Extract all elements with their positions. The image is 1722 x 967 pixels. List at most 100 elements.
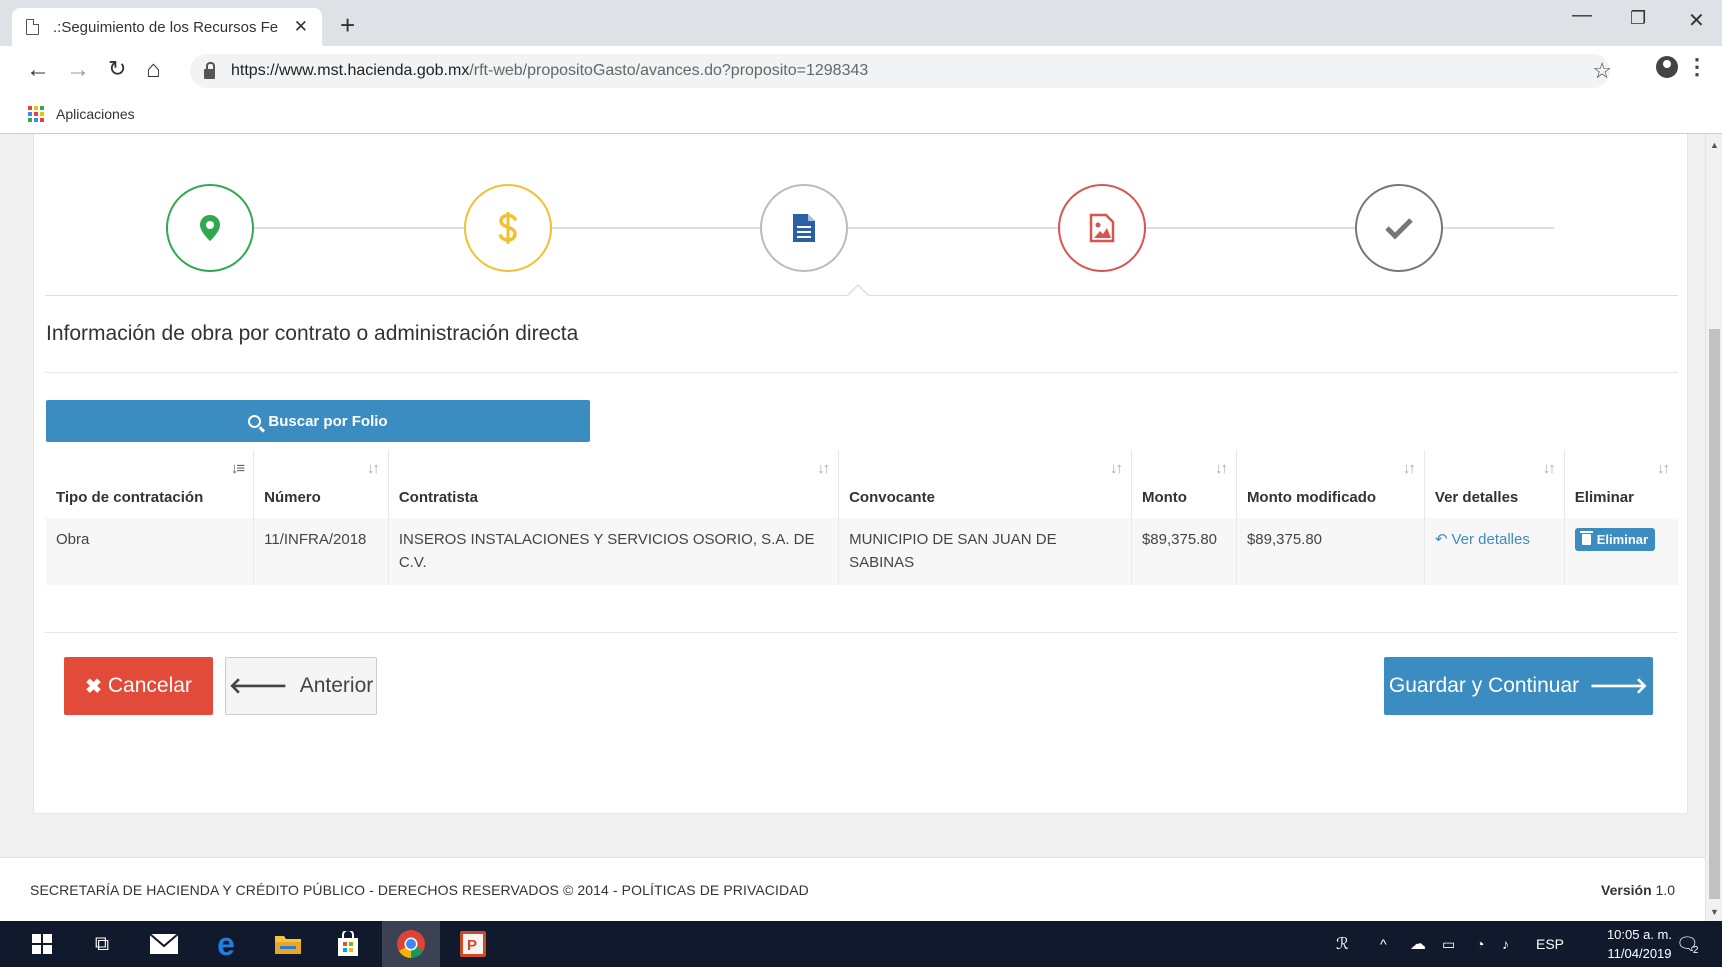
cancel-button[interactable]: ✖ Cancelar xyxy=(64,657,213,715)
store-icon[interactable] xyxy=(324,921,372,967)
url-host: https://www.mst.hacienda.gob.mx xyxy=(231,62,470,79)
page-icon xyxy=(26,19,39,35)
close-window-icon[interactable]: ✕ xyxy=(1688,8,1705,33)
sort-asc-icon[interactable]: ↓≡ xyxy=(231,456,245,481)
scroll-up-icon[interactable]: ▲ xyxy=(1710,140,1719,150)
section-title: Información de obra por contrato o admin… xyxy=(46,322,579,345)
new-tab-button[interactable]: + xyxy=(340,10,355,41)
minimize-icon[interactable]: — xyxy=(1572,4,1592,27)
footer-text: SECRETARÍA DE HACIENDA Y CRÉDITO PÚBLICO… xyxy=(30,881,809,898)
back-icon[interactable]: ← xyxy=(26,56,50,84)
task-view-icon[interactable]: ⧉ xyxy=(80,921,124,967)
address-bar-row: ← → ↻ ⌂ https://www.mst.hacienda.gob.mx /… xyxy=(0,46,1722,94)
col-header-eliminar-label: Eliminar xyxy=(1574,489,1634,506)
scroll-down-icon[interactable]: ▼ xyxy=(1710,907,1719,917)
cell-eliminar: Eliminar xyxy=(1564,518,1678,585)
previous-label: Anterior xyxy=(299,674,374,697)
col-header-convocante[interactable]: Convocante ↓↑ xyxy=(838,450,1132,518)
apps-icon[interactable] xyxy=(28,105,44,122)
menu-icon[interactable]: ⋮ xyxy=(1686,54,1708,80)
save-continue-button[interactable]: Guardar y Continuar 🡒 xyxy=(1384,657,1653,715)
start-button[interactable] xyxy=(20,921,64,967)
close-tab-icon[interactable]: ✕ xyxy=(294,17,308,37)
onedrive-icon[interactable]: ☁ xyxy=(1410,921,1426,967)
apps-bookmark[interactable]: Aplicaciones xyxy=(56,106,135,122)
volume-icon[interactable]: ♪ xyxy=(1502,921,1509,967)
edge-icon[interactable]: e xyxy=(202,921,250,967)
col-header-ver-detalles[interactable]: Ver detalles ↓↑ xyxy=(1424,450,1565,518)
scrollbar-thumb[interactable] xyxy=(1709,329,1720,899)
col-header-monto-modificado[interactable]: Monto modificado ↓↑ xyxy=(1236,450,1425,518)
tab-title: .:Seguimiento de los Recursos Fe xyxy=(53,18,279,36)
sort-icon[interactable]: ↓↑ xyxy=(1543,456,1556,481)
step-location[interactable] xyxy=(166,184,254,272)
file-text-icon xyxy=(793,214,815,242)
col-header-tipo-label: Tipo de contratación xyxy=(56,489,204,506)
cell-convocante: MUNICIPIO DE SAN JUAN DE SABINAS xyxy=(838,518,1132,585)
notification-count: 2 xyxy=(1692,944,1699,956)
language-indicator[interactable]: ESP xyxy=(1536,921,1564,967)
contracts-table: Tipo de contratación ↓≡ Número ↓↑ Contrati… xyxy=(46,450,1678,585)
sort-icon[interactable]: ↓↑ xyxy=(367,456,380,481)
sort-icon[interactable]: ↓↑ xyxy=(817,456,830,481)
step-money[interactable] xyxy=(464,184,552,272)
col-header-eliminar[interactable]: Eliminar ↓↑ xyxy=(1564,450,1678,518)
url-field[interactable]: https://www.mst.hacienda.gob.mx/rft-web/… xyxy=(190,54,1610,88)
checkmark-icon xyxy=(1385,218,1413,240)
cell-monto-modificado: $89,375.80 xyxy=(1236,518,1425,585)
col-header-convocante-label: Convocante xyxy=(849,489,935,506)
browser-tab[interactable]: .:Seguimiento de los Recursos Fe ✕ xyxy=(12,8,322,46)
wifi-icon[interactable]: ◔ xyxy=(1476,921,1484,967)
search-icon xyxy=(248,414,262,428)
step-image[interactable] xyxy=(1058,184,1146,272)
battery-icon[interactable]: ▭ xyxy=(1442,921,1455,967)
step-finish[interactable] xyxy=(1355,184,1443,272)
home-icon[interactable]: ⌂ xyxy=(146,56,161,84)
windows-logo-icon xyxy=(32,934,52,954)
bookmark-star-icon[interactable]: ☆ xyxy=(1592,58,1612,84)
powerpoint-icon[interactable]: P xyxy=(446,921,500,967)
reload-icon[interactable]: ↻ xyxy=(108,56,126,82)
cell-monto: $89,375.80 xyxy=(1131,518,1237,585)
sort-icon[interactable]: ↓↑ xyxy=(1215,456,1228,481)
delete-button[interactable]: Eliminar xyxy=(1574,528,1656,551)
chrome-icon[interactable] xyxy=(382,921,440,967)
delete-label: Eliminar xyxy=(1596,532,1649,547)
arrow-right-icon: 🡒 xyxy=(1589,673,1649,698)
image-icon xyxy=(1089,213,1115,243)
mail-icon[interactable] xyxy=(140,921,188,967)
col-header-numero[interactable]: Número ↓↑ xyxy=(253,450,389,518)
cell-tipo: Obra xyxy=(46,518,255,585)
section-divider xyxy=(45,372,1678,373)
form-card: Información de obra por contrato o admin… xyxy=(33,134,1688,814)
arrow-left-icon: 🡐 xyxy=(228,673,288,698)
col-header-monto[interactable]: Monto ↓↑ xyxy=(1131,450,1237,518)
windows-taskbar: ⧉ e P ℛ ^ ☁ ▭ ◔ ♪ ESP 10:05 a. m. 11/04/… xyxy=(0,921,1722,967)
search-by-folio-button[interactable]: Buscar por Folio xyxy=(46,400,590,442)
step-document[interactable] xyxy=(760,184,848,272)
col-header-tipo[interactable]: Tipo de contratación ↓≡ xyxy=(46,450,255,518)
col-header-contratista-label: Contratista xyxy=(398,489,479,506)
view-details-link[interactable]: ↶ Ver detalles xyxy=(1435,531,1530,548)
people-icon[interactable]: ℛ xyxy=(1336,921,1349,967)
sort-icon[interactable]: ↓↑ xyxy=(1657,456,1670,481)
action-center-icon[interactable]: 🗨 2 xyxy=(1676,921,1699,967)
trash-icon xyxy=(1579,531,1593,545)
url-path: /rft-web/propositoGasto/avances.do?propo… xyxy=(469,62,869,79)
svg-text:P: P xyxy=(467,937,477,954)
profile-icon[interactable] xyxy=(1656,56,1678,78)
col-header-monto-modificado-label: Monto modificado xyxy=(1246,489,1377,506)
restore-icon[interactable]: ❐ xyxy=(1630,8,1646,29)
forward-icon[interactable]: → xyxy=(66,56,90,84)
actions-divider xyxy=(45,632,1678,633)
page-scrollbar[interactable]: ▲ ▼ xyxy=(1705,134,1722,921)
clock-date: 11/04/2019 xyxy=(1607,946,1672,961)
sort-icon[interactable]: ↓↑ xyxy=(1403,456,1416,481)
sort-icon[interactable]: ↓↑ xyxy=(1110,456,1123,481)
show-hidden-icons-icon[interactable]: ^ xyxy=(1380,921,1387,967)
previous-button[interactable]: 🡐 Anterior xyxy=(225,657,377,715)
system-clock[interactable]: 10:05 a. m. 11/04/2019 xyxy=(1607,925,1672,963)
col-header-contratista[interactable]: Contratista ↓↑ xyxy=(388,450,840,518)
file-explorer-icon[interactable] xyxy=(264,921,312,967)
active-step-caret xyxy=(847,284,869,296)
